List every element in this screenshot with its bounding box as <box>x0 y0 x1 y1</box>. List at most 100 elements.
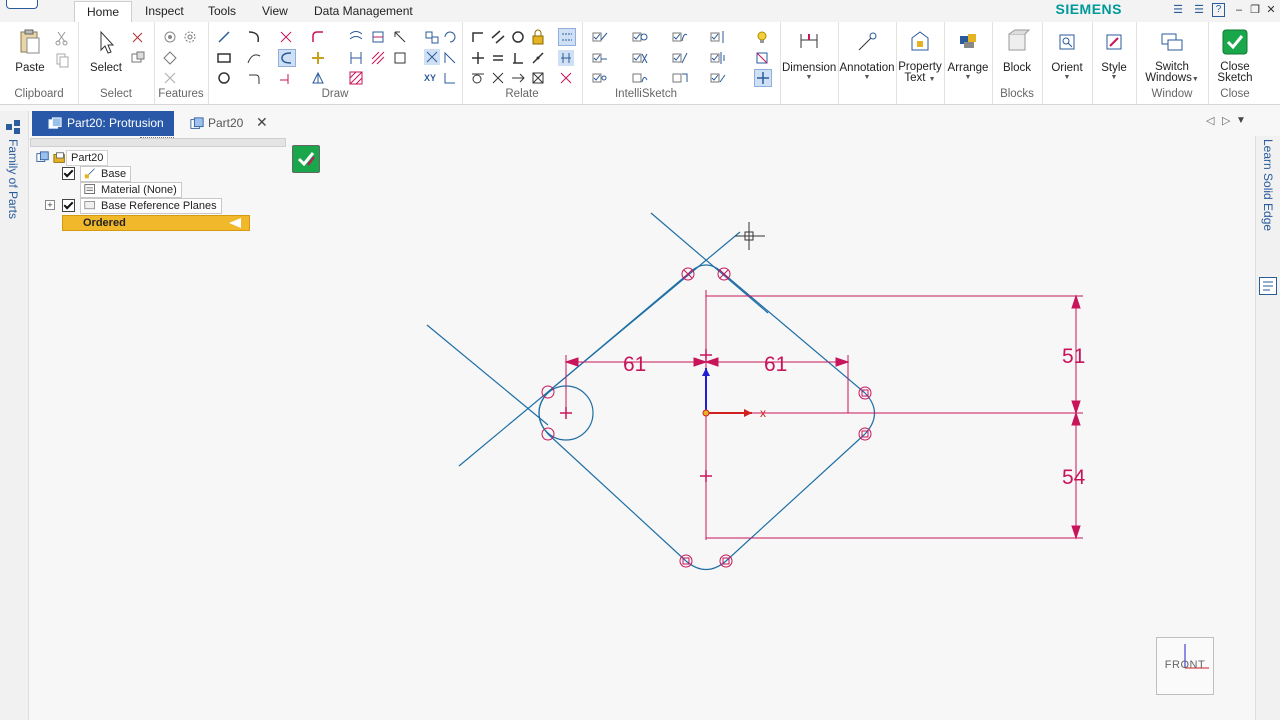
intellisketch-vertical-icon[interactable] <box>710 29 726 45</box>
scale-icon[interactable] <box>424 29 440 45</box>
hatch-icon[interactable] <box>348 70 364 86</box>
lock-icon[interactable] <box>530 29 546 45</box>
fillet-icon[interactable] <box>310 29 326 45</box>
base-node[interactable]: Base <box>80 166 132 182</box>
show-hide-icon[interactable] <box>754 50 770 66</box>
origin-point[interactable] <box>702 409 710 417</box>
horizontal-vertical-icon[interactable] <box>470 50 486 66</box>
view-cube[interactable]: FRONT <box>1156 637 1214 695</box>
tree-reference-planes[interactable]: + Base Reference Planes <box>45 198 225 214</box>
tree-material[interactable]: Material (None) <box>80 182 200 198</box>
app-menu-icon[interactable] <box>6 0 38 9</box>
rectangle-icon[interactable] <box>216 50 232 66</box>
arrange-dropdown-icon[interactable]: ▼ <box>944 74 992 81</box>
cut-icon[interactable] <box>54 30 70 46</box>
doc-tab-protrusion[interactable]: Part20: Protrusion <box>32 111 174 136</box>
tab-data-management[interactable]: Data Management <box>302 1 425 22</box>
relationship-handles-icon[interactable] <box>558 28 576 46</box>
corner-icon[interactable] <box>246 70 262 86</box>
chamfer-icon[interactable] <box>442 70 458 86</box>
intellisketch-silhouette-icon[interactable] <box>632 70 648 86</box>
dim-left-horizontal[interactable]: 61 <box>623 353 646 376</box>
intellisketch-intersection-icon[interactable] <box>632 50 648 66</box>
parallel-icon[interactable] <box>490 29 506 45</box>
extend-icon[interactable] <box>278 70 294 86</box>
planes-checkbox[interactable] <box>62 199 75 212</box>
profile-edge-lower-left[interactable] <box>547 433 687 562</box>
base-checkbox[interactable] <box>62 167 75 180</box>
intellisketch-endpoint-icon[interactable] <box>592 29 608 45</box>
rollback-arrow-icon[interactable] <box>229 218 241 228</box>
concentric-icon[interactable] <box>510 29 526 45</box>
circle-icon[interactable] <box>216 70 232 86</box>
tab-home[interactable]: Home <box>74 1 133 23</box>
select-tool-icon[interactable] <box>130 30 146 46</box>
maintain-relationships-icon[interactable] <box>558 50 574 66</box>
include-icon[interactable] <box>392 50 408 66</box>
profile-edge-upper-left[interactable] <box>547 273 689 393</box>
intellisketch-midpoint-icon[interactable] <box>710 50 726 66</box>
intellisketch-angle-icon[interactable] <box>710 70 726 86</box>
relationship-assistant-icon[interactable] <box>558 70 574 86</box>
intellisketch-horizontal-icon[interactable] <box>592 50 608 66</box>
xy-icon[interactable]: XY <box>424 70 440 86</box>
collinear-icon[interactable] <box>530 50 546 66</box>
line-icon[interactable] <box>216 29 232 45</box>
dim-lower-vertical[interactable]: 54 <box>1062 466 1086 489</box>
help-icon[interactable]: ? <box>1212 3 1225 17</box>
style-dropdown-icon[interactable]: ▼ <box>1092 74 1136 81</box>
stretch-icon[interactable] <box>370 50 386 66</box>
planes-node[interactable]: Base Reference Planes <box>80 198 222 214</box>
offset-icon[interactable] <box>348 29 364 45</box>
split-icon[interactable] <box>310 70 326 86</box>
annotation-button[interactable]: Annotation ▼ <box>838 28 896 81</box>
restore-icon[interactable]: ❐ <box>1248 3 1262 17</box>
profile-edge-upper-right[interactable] <box>723 273 866 394</box>
fit-icon[interactable] <box>442 50 458 66</box>
project-icon[interactable] <box>424 49 440 65</box>
gear-icon[interactable] <box>182 29 198 45</box>
tab-tools[interactable]: Tools <box>196 1 248 22</box>
pathfinder-grip-icon[interactable] <box>140 137 174 141</box>
style-button[interactable]: Style ▼ <box>1092 28 1136 81</box>
symmetric-icon[interactable] <box>490 70 506 86</box>
close-window-icon[interactable]: ✕ <box>1264 3 1278 17</box>
select-button[interactable]: Select <box>88 28 124 74</box>
dim-right-horizontal[interactable]: 61 <box>764 353 787 376</box>
orient-dropdown-icon[interactable]: ▼ <box>1042 74 1092 81</box>
trim-icon[interactable] <box>278 29 294 45</box>
equal-icon[interactable] <box>490 50 506 66</box>
cursor-locate-icon[interactable] <box>754 69 772 87</box>
dimension-h-icon[interactable] <box>348 50 364 66</box>
dimension-lines[interactable] <box>560 290 1083 540</box>
point-icon[interactable] <box>310 50 326 66</box>
construction-line-upper[interactable] <box>650 212 769 314</box>
round-icon[interactable] <box>162 50 178 66</box>
paste-button[interactable]: Paste <box>10 28 50 74</box>
material-node[interactable]: Material (None) <box>80 182 182 198</box>
select-filter-icon[interactable] <box>130 50 146 66</box>
perpendicular-icon[interactable] <box>510 50 526 66</box>
bulb-icon[interactable] <box>754 29 770 45</box>
expand-planes-icon[interactable]: + <box>45 200 55 210</box>
minimize-icon[interactable]: – <box>1232 3 1246 17</box>
midpoint-icon[interactable] <box>530 70 546 86</box>
switch-windows-button[interactable]: Switch Windows▼ <box>1136 28 1208 85</box>
tab-inspect[interactable]: Inspect <box>133 1 196 22</box>
rigid-set-icon[interactable] <box>510 70 526 86</box>
intellisketch-center-icon[interactable] <box>632 29 648 45</box>
arc-icon[interactable] <box>246 29 262 45</box>
tab-scroll-right-icon[interactable]: ▷ <box>1222 114 1230 127</box>
intellisketch-tangent-icon[interactable] <box>672 29 688 45</box>
pattern-icon[interactable] <box>162 70 178 86</box>
tree-root[interactable]: Part20 <box>36 150 116 166</box>
orient-button[interactable]: Orient ▼ <box>1042 28 1092 81</box>
family-of-parts-tab[interactable]: Family of Parts <box>6 139 20 219</box>
annotation-dropdown-icon[interactable]: ▼ <box>838 74 896 81</box>
property-text-button[interactable]: Property Text ▼ <box>896 28 944 85</box>
copy-icon[interactable] <box>54 52 70 68</box>
family-of-parts-icon[interactable] <box>5 119 21 135</box>
learn-solid-edge-tab[interactable]: Learn Solid Edge <box>1261 139 1275 231</box>
panel-list-icon[interactable]: ☰ <box>1171 3 1185 17</box>
tab-scroll-left-icon[interactable]: ◁ <box>1206 114 1214 127</box>
